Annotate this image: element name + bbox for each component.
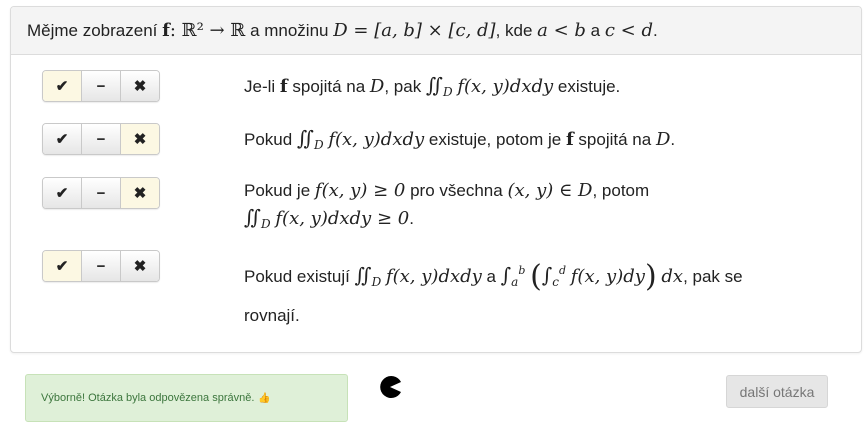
answer-neutral-button[interactable]: −: [82, 251, 121, 281]
answer-toggle-group: ✔ − ✖: [42, 123, 160, 155]
question-and: a: [590, 20, 601, 40]
answer-no-button[interactable]: ✖: [121, 178, 159, 208]
answer-no-button[interactable]: ✖: [121, 251, 159, 281]
next-question-button[interactable]: další otázka: [726, 375, 828, 408]
thumbs-up-icon: 👍: [258, 392, 271, 404]
answer-toggle-group: ✔ − ✖: [42, 250, 160, 282]
answer-neutral-button[interactable]: −: [82, 178, 121, 208]
answer-toggle-group: ✔ − ✖: [42, 177, 160, 209]
answer-no-button[interactable]: ✖: [121, 71, 159, 101]
feedback-text: Výborně! Otázka byla odpovězena správně.: [41, 392, 255, 404]
answer-no-button[interactable]: ✖: [121, 124, 159, 154]
question-kde: , kde: [495, 20, 533, 40]
answer-yes-button[interactable]: ✔: [43, 251, 82, 281]
math-map: : ℝ² → ℝ: [169, 20, 246, 41]
statement-text: Je-li f spojitá na D, pak ∬D f(x, y)dxdy…: [244, 73, 621, 99]
math-cond1: a < b: [537, 20, 586, 41]
question-header: Mějme zobrazení f : ℝ² → ℝ a množinu D =…: [11, 7, 861, 55]
question-end: .: [653, 20, 658, 40]
statement-text: Pokud je f(x, y) ≥ 0 pro všechna (x, y) …: [244, 180, 650, 231]
question-mid: a množinu: [250, 20, 329, 40]
answer-yes-button[interactable]: ✔: [43, 178, 82, 208]
math-f: f: [162, 20, 170, 41]
answer-yes-button[interactable]: ✔: [43, 71, 82, 101]
question-panel: Mějme zobrazení f : ℝ² → ℝ a množinu D =…: [10, 6, 862, 353]
pacman-icon: [380, 376, 401, 398]
question-prefix: Mějme zobrazení: [27, 20, 158, 40]
answer-yes-button[interactable]: ✔: [43, 124, 82, 154]
statement-text: Pokud existují ∬D f(x, y)dxdy a ∫ab (∫cd…: [244, 259, 743, 326]
answer-toggle-group: ✔ − ✖: [42, 70, 160, 102]
math-set: D = [a, b] × [c, d]: [333, 20, 496, 41]
math-cond2: c < d: [604, 20, 654, 41]
answer-neutral-button[interactable]: −: [82, 71, 121, 101]
answer-neutral-button[interactable]: −: [82, 124, 121, 154]
statement-text: Pokud ∬D f(x, y)dxdy existuje, potom je …: [244, 126, 676, 152]
success-alert: Výborně! Otázka byla odpovězena správně.…: [25, 374, 348, 422]
